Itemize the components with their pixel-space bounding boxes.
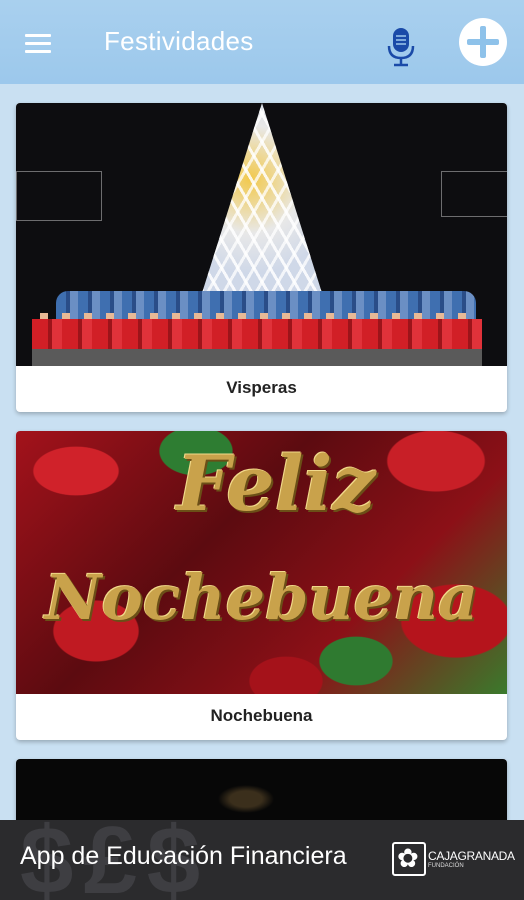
- festivities-list: Visperas Feliz Nochebuena Nochebuena: [0, 84, 524, 820]
- cajagranada-logo-icon: [392, 842, 426, 876]
- card-label: Nochebuena: [210, 706, 313, 725]
- image-caption-feliz: Feliz: [176, 439, 376, 528]
- add-icon[interactable]: [459, 18, 507, 66]
- card-image-night: [16, 759, 507, 820]
- choir-front-row: [32, 319, 482, 366]
- card-image-christmas-tree: [16, 103, 507, 366]
- card-label: Visperas: [226, 378, 297, 397]
- street-lights-right: [441, 171, 507, 217]
- street-lights-left: [16, 171, 102, 221]
- microphone-icon[interactable]: [384, 26, 418, 68]
- festivity-card-visperas[interactable]: Visperas: [16, 103, 507, 412]
- page-title: Festividades: [104, 26, 254, 56]
- festivity-card-next[interactable]: [16, 759, 507, 820]
- festivity-card-nochebuena[interactable]: Feliz Nochebuena Nochebuena: [16, 431, 507, 740]
- app-bar: Festividades: [0, 0, 524, 84]
- card-image-poinsettias: Feliz Nochebuena: [16, 431, 507, 694]
- image-caption-nochebuena: Nochebuena: [44, 561, 479, 634]
- menu-icon[interactable]: [22, 28, 56, 56]
- logo-subtitle: FUNDACIÓN: [428, 863, 464, 869]
- christmas-tree-lights: [202, 103, 322, 293]
- ad-banner[interactable]: $£$ App de Educación Financiera CAJAGRAN…: [0, 820, 524, 900]
- banner-text: App de Educación Financiera: [20, 842, 347, 870]
- logo-name: CAJAGRANADA: [428, 849, 515, 863]
